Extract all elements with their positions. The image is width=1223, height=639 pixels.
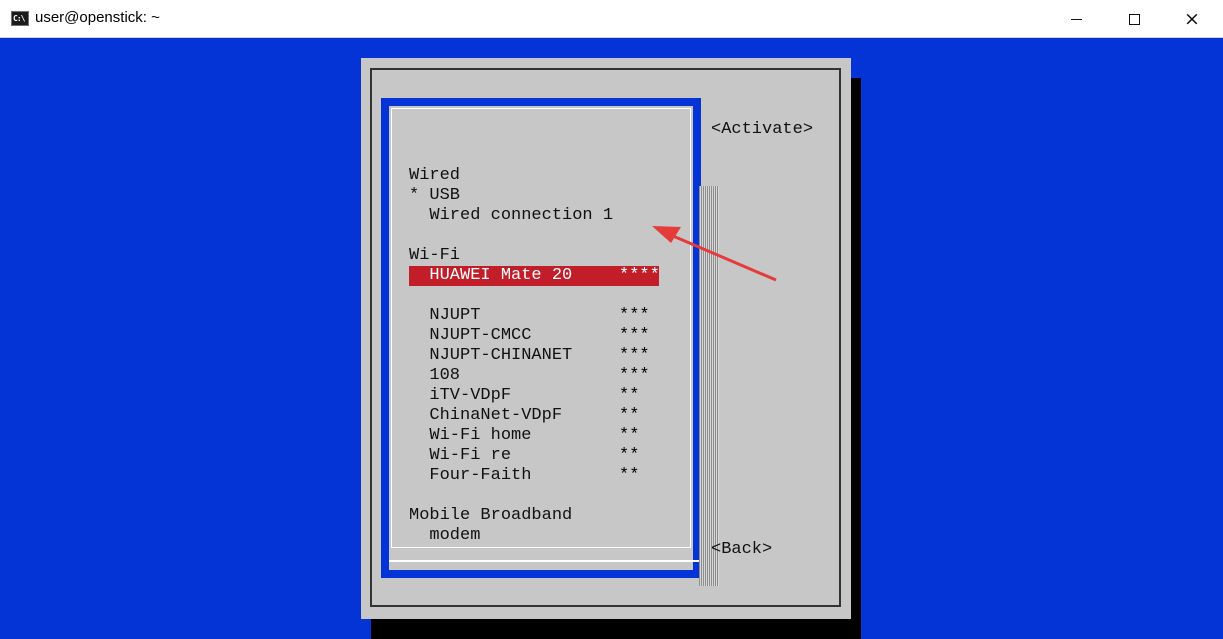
signal-strength: ** [619,446,640,465]
scrollbar-segment [699,286,719,306]
scrollbar-segment [699,326,719,346]
signal-strength: ** [619,386,640,405]
scrollbar-segment [699,386,719,406]
empty-row [409,286,659,306]
signal-strength: *** [619,326,650,345]
back-button[interactable]: <Back> [711,540,772,559]
signal-strength: *** [619,346,650,365]
signal-strength: ** [619,406,640,425]
activate-button[interactable]: <Activate> [711,120,813,139]
scrollbar-segment [699,206,719,226]
scrollbar-segment [699,466,719,486]
terminal-icon: C:\ [11,11,29,26]
scrollbar[interactable] [699,186,719,586]
scrollbar-segment [699,346,719,366]
network-manager-dialog: Wired * USB Wired connection 1 Wi-Fi HUAWE… [361,58,851,619]
scrollbar-segment [699,306,719,326]
signal-strength: *** [619,366,650,385]
signal-strength: **** [619,266,660,285]
section-heading: Mobile Broadband [409,506,573,525]
signal-strength: *** [619,306,650,325]
connection-list[interactable]: Wired * USB Wired connection 1 Wi-Fi HUAWE… [381,98,719,586]
scrollbar-segment [699,426,719,446]
scrollbar-segment [699,246,719,266]
window-titlebar: C:\ user@openstick: ~ × [0,0,1223,38]
signal-strength: ** [619,466,640,485]
scrollbar-segment [699,506,719,526]
section-heading: Wi-Fi [409,246,461,265]
minimize-icon [1070,18,1082,20]
section-heading: Wired [409,166,461,185]
scrollbar-segment [699,186,719,206]
minimize-button[interactable] [1047,0,1105,38]
scrollbar-segment [699,266,719,286]
scrollbar-segment [699,226,719,246]
window-title: user@openstick: ~ [35,9,160,26]
scrollbar-segment [699,566,719,586]
scrollbar-segment [699,446,719,466]
connection-item[interactable]: Wired connection 1 [409,206,659,226]
connection-list-bottom-line [389,560,709,562]
scrollbar-segment [699,406,719,426]
connection-item[interactable]: * USB [409,186,659,206]
scrollbar-segment [699,486,719,506]
maximize-button[interactable] [1105,0,1163,38]
scrollbar-segment [699,366,719,386]
close-icon: × [1184,7,1200,30]
connection-item[interactable]: modem [409,526,659,546]
close-button[interactable]: × [1163,0,1221,38]
maximize-icon [1128,13,1140,25]
signal-strength: ** [619,426,640,445]
